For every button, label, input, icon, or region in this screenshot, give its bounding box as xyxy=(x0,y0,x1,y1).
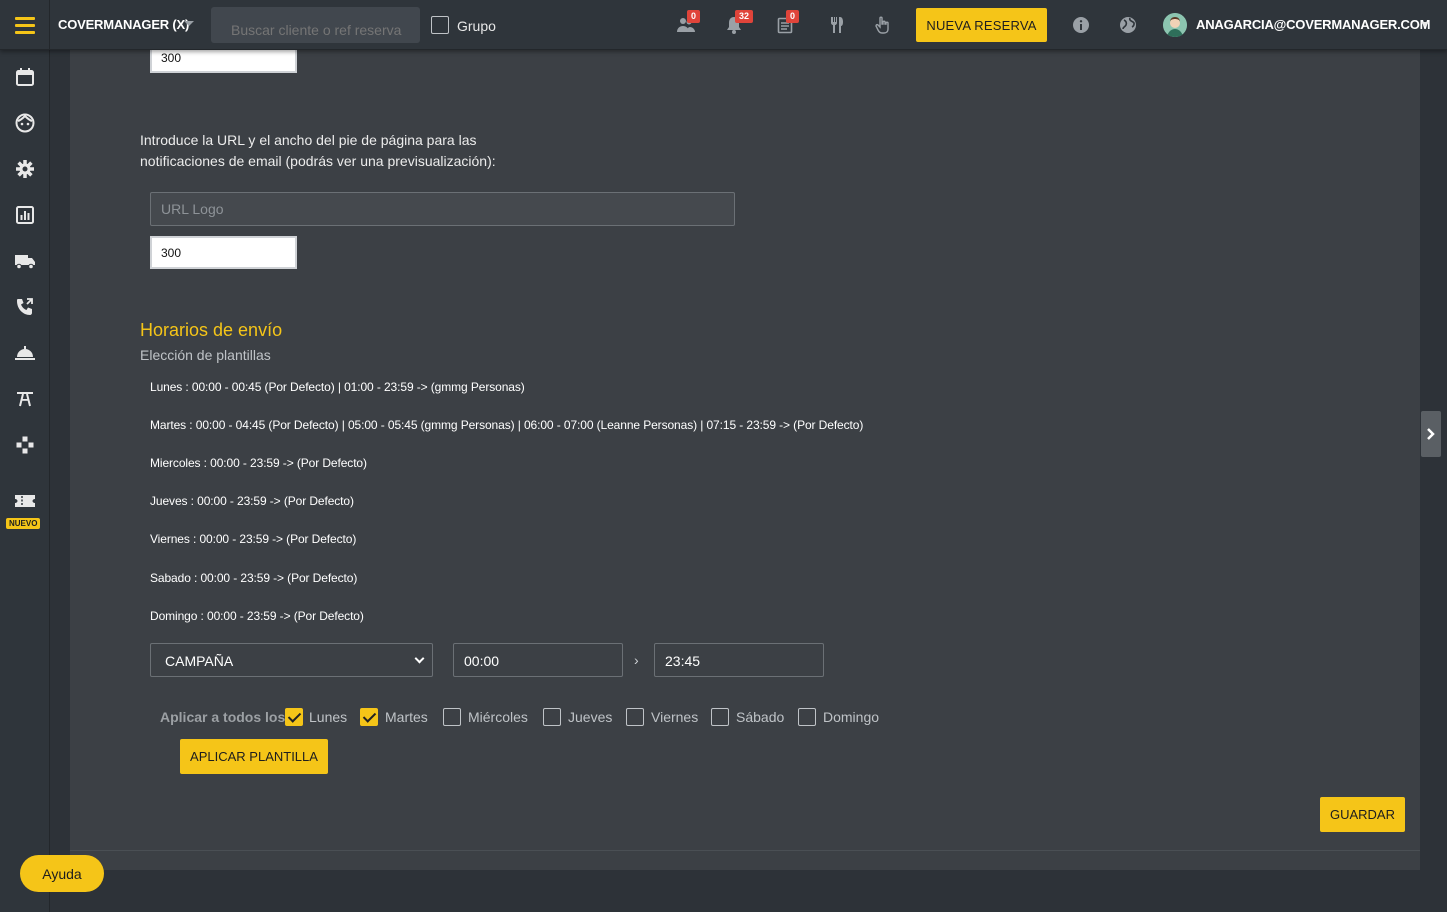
time-separator: › xyxy=(634,652,639,668)
top-bar: COVERMANAGER (X) Grupo 0 32 0 NUEVA RESE… xyxy=(0,0,1447,50)
chevron-down-icon xyxy=(414,653,425,664)
sidebar: NUEVO xyxy=(0,50,50,912)
day-label-jueves: Jueves xyxy=(568,709,613,725)
cloche-icon[interactable] xyxy=(13,341,37,365)
schedule-line-sabado: Sabado : 00:00 - 23:59 -> (Por Defecto) xyxy=(150,571,358,585)
restaurant-selector[interactable]: COVERMANAGER (X) xyxy=(58,17,189,32)
schedule-line-jueves: Jueves : 00:00 - 23:59 -> (Por Defecto) xyxy=(150,494,354,508)
checkbox-lunes[interactable] xyxy=(285,708,303,726)
help-button[interactable]: Ayuda xyxy=(20,855,104,892)
chevron-down-icon[interactable] xyxy=(184,21,194,26)
url-logo-input[interactable]: URL Logo xyxy=(150,192,735,226)
clipboard-badge: 0 xyxy=(786,10,800,23)
info-icon[interactable] xyxy=(1070,14,1092,36)
template-select-value: CAMPAÑA xyxy=(165,653,234,669)
schedule-line-martes: Martes : 00:00 - 04:45 (Por Defecto) | 0… xyxy=(150,418,864,432)
checkbox-viernes[interactable] xyxy=(626,708,644,726)
people-icon[interactable]: 0 xyxy=(675,10,701,36)
chevron-right-icon[interactable] xyxy=(1421,411,1441,457)
day-label-domingo: Domingo xyxy=(823,709,880,725)
grupo-checkbox[interactable] xyxy=(431,16,449,34)
checkbox-jueves[interactable] xyxy=(543,708,561,726)
apply-all-label: Aplicar a todos los: xyxy=(160,709,290,725)
schedule-line-viernes: Viernes : 00:00 - 23:59 -> (Por Defecto) xyxy=(150,532,357,546)
time-to-input[interactable]: 23:45 xyxy=(654,643,824,677)
apply-template-button[interactable]: APLICAR PLANTILLA xyxy=(180,739,328,774)
user-email[interactable]: ANAGARCIA@COVERMANAGER.COM xyxy=(1196,17,1430,32)
checkbox-miercoles[interactable] xyxy=(443,708,461,726)
panel-footer xyxy=(70,850,1420,870)
avatar[interactable] xyxy=(1163,13,1187,37)
footer-intro-text: Introduce la URL y el ancho del pie de p… xyxy=(140,132,496,169)
template-select[interactable]: CAMPAÑA xyxy=(150,643,433,677)
schedule-subtitle: Elección de plantillas xyxy=(140,347,271,363)
user-chevron-down-icon[interactable] xyxy=(1421,22,1429,27)
new-reservation-button[interactable]: NUEVA RESERVA xyxy=(916,8,1047,42)
schedule-title: Horarios de envío xyxy=(140,320,283,340)
table-icon[interactable] xyxy=(13,387,37,411)
hand-pointer-icon[interactable] xyxy=(872,14,894,36)
footer-width-input[interactable]: 300 xyxy=(150,236,297,269)
new-badge: NUEVO xyxy=(6,518,41,529)
clipboard-icon[interactable]: 0 xyxy=(774,10,800,36)
day-label-viernes: Viernes xyxy=(651,709,699,725)
bell-icon[interactable]: 32 xyxy=(723,10,754,36)
schedule-line-domingo: Domingo : 00:00 - 23:59 -> (Por Defecto) xyxy=(150,609,364,623)
day-label-martes: Martes xyxy=(385,709,428,725)
truck-icon[interactable] xyxy=(13,249,37,273)
schedule-line-lunes: Lunes : 00:00 - 00:45 (Por Defecto) | 01… xyxy=(150,380,525,394)
search-input[interactable] xyxy=(211,7,420,43)
calendar-icon[interactable] xyxy=(13,65,37,89)
day-label-sabado: Sábado xyxy=(736,709,785,725)
cutlery-icon[interactable] xyxy=(826,14,848,36)
checkbox-martes[interactable] xyxy=(360,708,378,726)
ticket-icon[interactable] xyxy=(13,489,37,513)
gear-icon[interactable] xyxy=(13,157,37,181)
grupo-label: Grupo xyxy=(457,18,496,34)
day-label-lunes: Lunes xyxy=(309,709,348,725)
day-label-miercoles: Miércoles xyxy=(468,709,528,725)
phone-icon[interactable] xyxy=(13,295,37,319)
checkbox-sabado[interactable] xyxy=(711,708,729,726)
chart-icon[interactable] xyxy=(13,203,37,227)
checkbox-domingo[interactable] xyxy=(798,708,816,726)
people-badge: 0 xyxy=(687,10,701,23)
gamepad-icon[interactable] xyxy=(13,433,37,457)
globe-icon[interactable] xyxy=(1117,14,1139,36)
time-from-input[interactable]: 00:00 xyxy=(453,643,623,677)
save-button[interactable]: GUARDAR xyxy=(1320,797,1405,832)
bell-badge: 32 xyxy=(735,10,754,23)
schedule-line-miercoles: Miercoles : 00:00 - 23:59 -> (Por Defect… xyxy=(150,456,367,470)
menu-icon[interactable] xyxy=(0,0,50,50)
face-icon[interactable] xyxy=(13,111,37,135)
